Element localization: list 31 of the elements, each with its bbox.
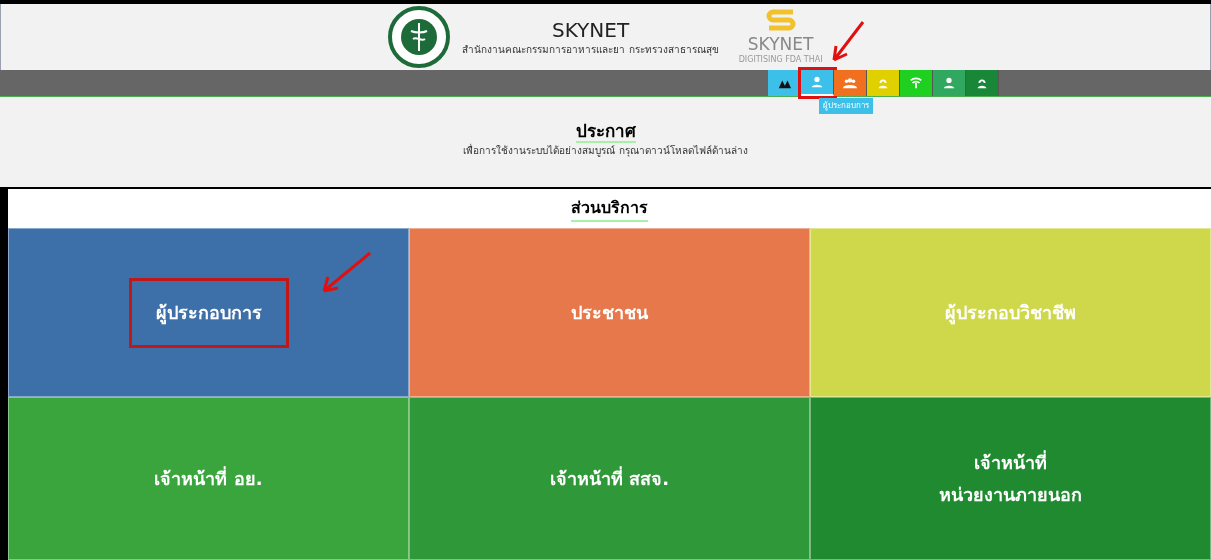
- announcement-text: เพื่อการใช้งานระบบได้อย่างสมบูรณ์ กรุณาดาวน์โหลดไฟล์ด้านล่าง: [463, 143, 748, 158]
- annotation-arrow-drawing: [830, 20, 866, 64]
- person-icon: [810, 75, 824, 89]
- tile-label: เจ้าหน้าที่ สสจ.: [548, 465, 671, 491]
- tooltip: ผู้ประกอบการ: [819, 98, 873, 114]
- people-icon: [843, 76, 857, 90]
- nav-button[interactable]: [966, 70, 999, 96]
- person-icon: [942, 76, 956, 90]
- service-tile[interactable]: เจ้าหน้าที่ อย.: [8, 397, 409, 560]
- antenna-icon: [909, 76, 923, 90]
- services-heading: ส่วนบริการ: [571, 195, 648, 222]
- nav-button[interactable]: [933, 70, 966, 96]
- nav-button[interactable]: [834, 70, 867, 96]
- service-tile[interactable]: เจ้าหน้าที่ หน่วยงานภายนอก: [810, 397, 1211, 560]
- annotation-arrow-drawing: [320, 251, 372, 295]
- tile-label: ประชาชน: [570, 300, 649, 325]
- site-title: SKYNET: [552, 17, 630, 42]
- tile-label: เจ้าหน้าที่ อย.: [153, 465, 264, 491]
- nav-button[interactable]: [867, 70, 900, 96]
- brand-name: SKYNET: [747, 34, 814, 54]
- site-subtitle: สำนักงานคณะกรรมการอาหารและยา กระทรวงสาธารณสุข: [462, 42, 719, 57]
- tile-label: เจ้าหน้าที่ หน่วยงานภายนอก: [938, 449, 1083, 507]
- nav-button[interactable]: [900, 70, 933, 96]
- tile-label: ผู้ประกอบการ: [128, 277, 289, 348]
- brand-tagline: DIGITISING FDA THAI: [738, 54, 823, 66]
- announcement-title: ประกาศ: [575, 121, 636, 143]
- service-tile[interactable]: ผู้ประกอบการ: [8, 228, 409, 397]
- service-tile[interactable]: เจ้าหน้าที่ สสจ.: [409, 397, 810, 560]
- skynet-logo-icon: [764, 8, 797, 34]
- tile-label: ผู้ประกอบวิชาชีพ: [944, 300, 1077, 327]
- service-tile[interactable]: ประชาชน: [409, 228, 810, 397]
